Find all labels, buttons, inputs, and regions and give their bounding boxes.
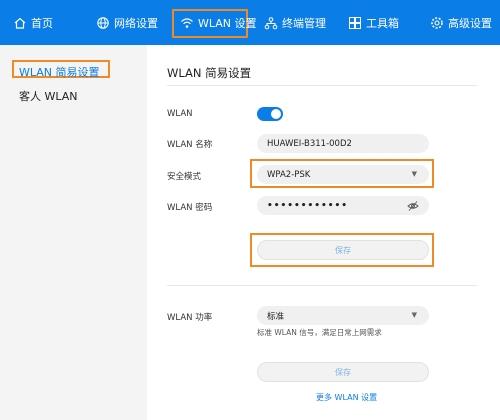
eye-off-icon[interactable]: [407, 200, 419, 212]
nav-network-label: 网络设置: [114, 16, 158, 30]
password-label: WLAN 密码: [167, 203, 213, 213]
more-wlan-settings-link[interactable]: 更多 WLAN 设置: [316, 392, 377, 403]
ssid-label: WLAN 名称: [167, 140, 213, 150]
nav-home[interactable]: 首页: [13, 0, 53, 45]
nav-wlan[interactable]: WLAN 设置: [180, 0, 257, 45]
devices-icon: [264, 16, 278, 30]
security-select[interactable]: WPA2-PSK ▼: [257, 165, 429, 184]
password-input[interactable]: ••••••••••••: [257, 196, 429, 215]
page-title: WLAN 简易设置: [167, 66, 252, 80]
security-label: 安全模式: [167, 172, 202, 182]
ssid-value: HUAWEI-B311-00D2: [267, 138, 352, 149]
sidebar: WLAN 简易设置 客人 WLAN: [0, 45, 147, 420]
nav-network[interactable]: 网络设置: [96, 0, 158, 45]
nav-advanced-label: 高级设置: [448, 16, 492, 30]
nav-devices-label: 终端管理: [282, 16, 326, 30]
chevron-down-icon: ▼: [411, 170, 417, 178]
toolbox-icon: [348, 16, 362, 30]
power-label: WLAN 功率: [167, 313, 213, 323]
power-value: 标准: [267, 311, 285, 322]
security-value: WPA2-PSK: [267, 169, 311, 180]
wlan-toggle[interactable]: [257, 107, 283, 121]
sidebar-item-guest-wlan[interactable]: 客人 WLAN: [19, 88, 78, 104]
divider: [167, 285, 477, 286]
main-panel: WLAN 简易设置 WLAN WLAN 名称 HUAWEI-B311-00D2 …: [147, 45, 500, 420]
gear-icon: [430, 16, 444, 30]
ssid-input[interactable]: HUAWEI-B311-00D2: [257, 134, 429, 153]
nav-home-label: 首页: [31, 16, 53, 30]
nav-devices[interactable]: 终端管理: [264, 0, 326, 45]
wifi-icon: [180, 16, 194, 30]
power-select[interactable]: 标准 ▼: [257, 306, 429, 325]
divider: [167, 85, 477, 86]
nav-toolbox[interactable]: 工具箱: [348, 0, 399, 45]
power-hint: 标准 WLAN 信号，满足日常上网需求: [257, 328, 382, 337]
chevron-down-icon: ▼: [411, 311, 417, 319]
globe-icon: [96, 16, 110, 30]
home-icon: [13, 16, 27, 30]
nav-toolbox-label: 工具箱: [366, 16, 399, 30]
nav-advanced[interactable]: 高级设置: [430, 0, 492, 45]
nav-wlan-label: WLAN 设置: [198, 16, 257, 30]
password-value: ••••••••••••: [267, 200, 349, 211]
toggle-knob: [271, 109, 281, 119]
save-power-button[interactable]: 保存: [257, 362, 429, 382]
sidebar-item-wlan-simple[interactable]: WLAN 简易设置: [19, 64, 100, 80]
wlan-label: WLAN: [167, 109, 193, 119]
save-button[interactable]: 保存: [257, 240, 429, 260]
top-nav-bar: 首页 网络设置 WLAN 设置 终端管理 工具箱 高级设置: [0, 0, 500, 45]
